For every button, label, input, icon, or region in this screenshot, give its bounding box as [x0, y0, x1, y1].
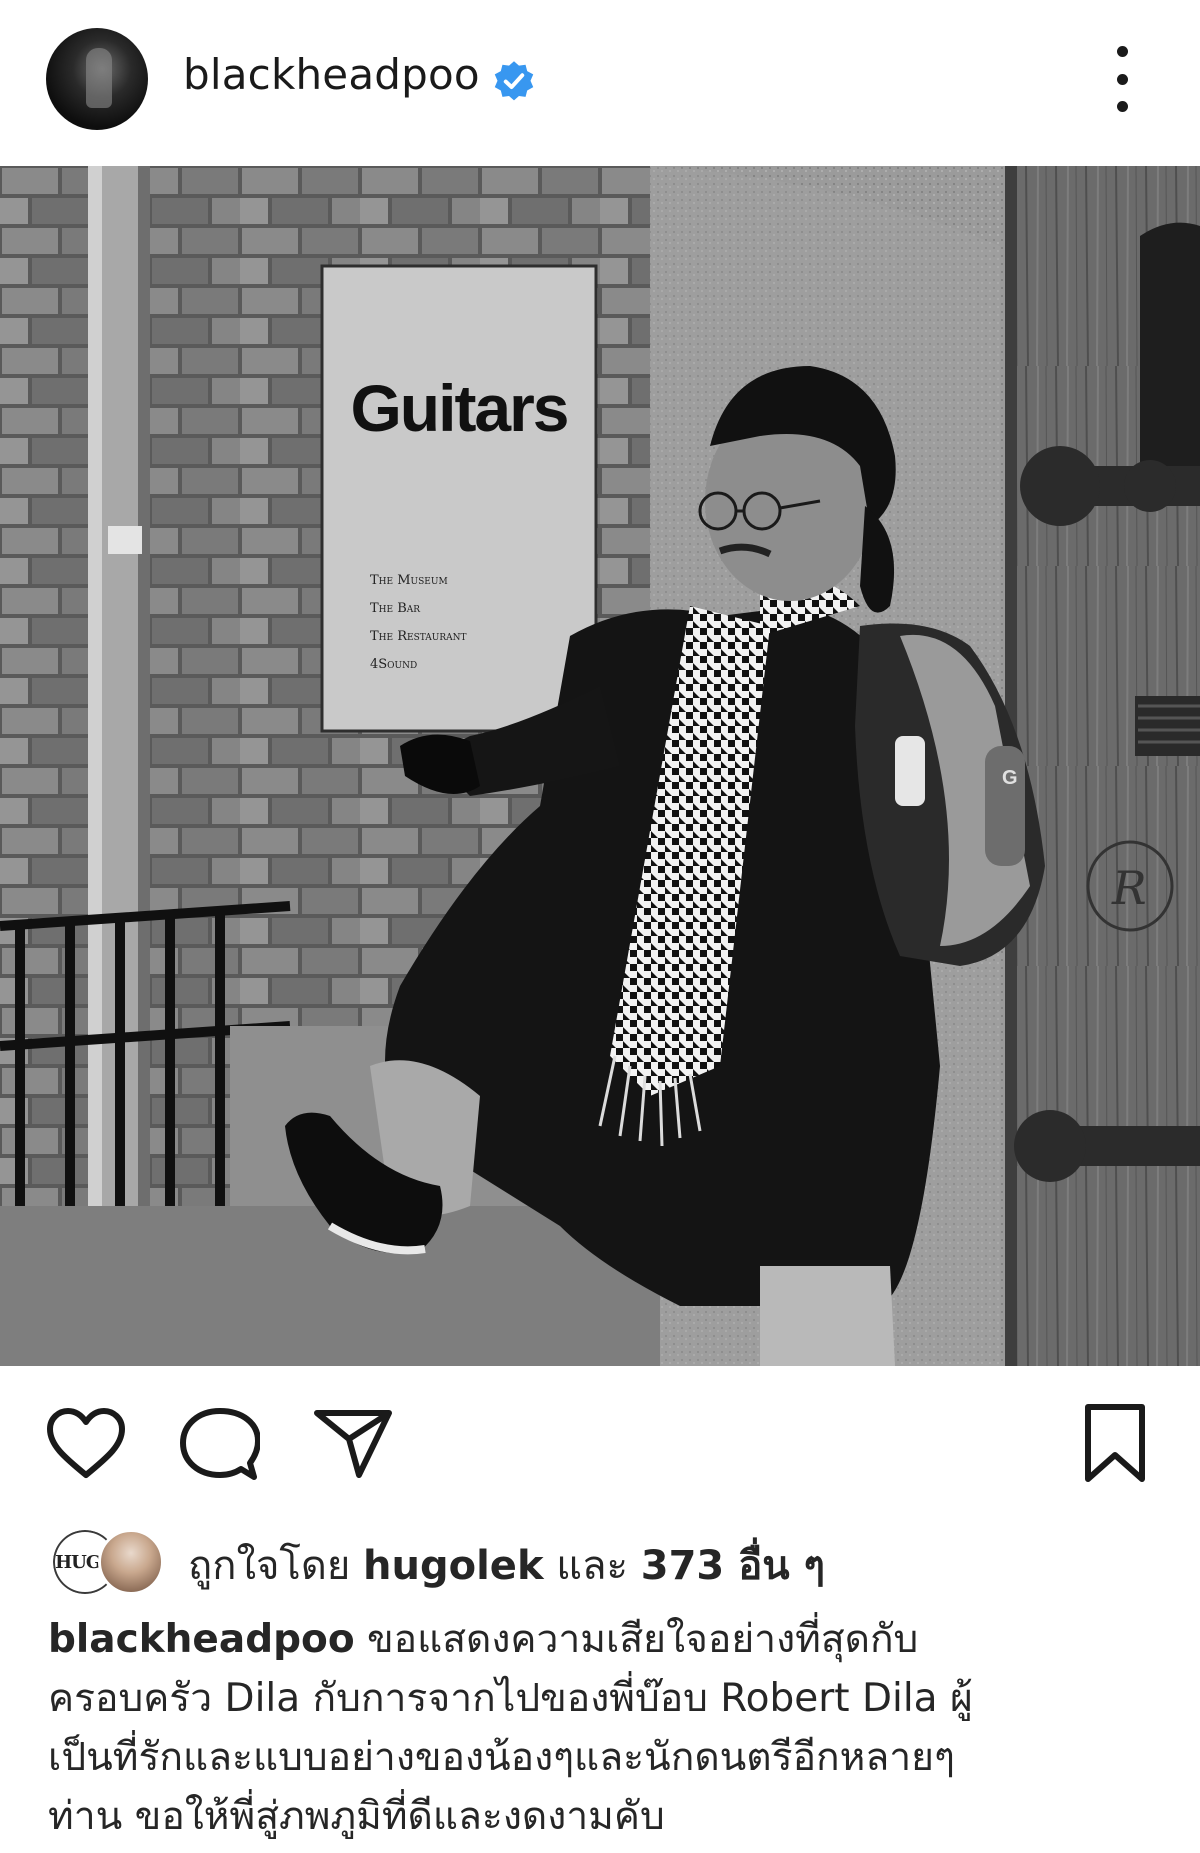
more-dot-icon — [1116, 46, 1128, 57]
liker-avatar — [98, 1529, 164, 1595]
comment-icon — [180, 1408, 260, 1480]
heart-icon — [47, 1408, 125, 1478]
verified-badge-icon — [494, 61, 534, 101]
backpack-letter: G — [1002, 767, 1018, 789]
likes-count[interactable]: 373 อื่น ๆ — [641, 1543, 825, 1589]
likes-middle: และ — [543, 1543, 641, 1589]
more-dot-icon — [1116, 101, 1128, 112]
sign-title: Guitars — [350, 371, 567, 445]
caption-text: ขอแสดงความเสียใจอย่างที่สุดกับ — [354, 1617, 919, 1662]
sign-line: The Bar — [370, 601, 420, 616]
bookmark-icon — [1085, 1404, 1145, 1482]
username[interactable]: blackheadpoo — [183, 50, 480, 99]
comment-button[interactable] — [180, 1407, 260, 1483]
profile-avatar[interactable] — [46, 28, 148, 130]
post-header: blackheadpoo — [0, 0, 1200, 165]
door-monogram: R — [1111, 861, 1147, 915]
caption-username[interactable]: blackheadpoo — [48, 1617, 355, 1662]
save-button[interactable] — [1080, 1403, 1150, 1483]
sign-line: 4Sound — [370, 657, 417, 672]
sign-line: The Museum — [370, 573, 448, 588]
post-photo[interactable]: R Guitars The Museum The Bar The Restaur… — [0, 166, 1200, 1366]
likes-user-link[interactable]: hugolek — [363, 1543, 544, 1589]
avatar-figure — [86, 48, 112, 108]
photo-scene: R Guitars The Museum The Bar The Restaur… — [0, 166, 1200, 1366]
caption-line: blackheadpoo ขอแสดงความเสียใจอย่างที่สุด… — [48, 1610, 1158, 1669]
caption-line: เป็นที่รักและแบบอย่างของน้องๆและนักดนตรี… — [48, 1735, 955, 1780]
more-dot-icon — [1116, 73, 1128, 85]
share-button[interactable] — [313, 1407, 393, 1479]
like-button[interactable] — [46, 1407, 126, 1479]
post-caption: blackheadpoo ขอแสดงความเสียใจอย่างที่สุด… — [48, 1610, 1158, 1846]
liker-avatars[interactable]: HUGO — [50, 1527, 164, 1597]
caption-line: ครอบครัว Dila กับการจากไปของพี่บ๊อบ Robe… — [48, 1676, 973, 1721]
more-options-button[interactable] — [1100, 46, 1144, 112]
caption-line: ท่าน ขอให้พี่สู่ภพภูมิที่ดีและงดงามคับ — [48, 1794, 665, 1839]
send-icon — [314, 1410, 392, 1478]
likes-summary[interactable]: ถูกใจโดย hugolek และ 373 อื่น ๆ — [188, 1533, 825, 1597]
sign-line: The Restaurant — [370, 629, 467, 644]
likes-prefix: ถูกใจโดย — [188, 1543, 364, 1589]
